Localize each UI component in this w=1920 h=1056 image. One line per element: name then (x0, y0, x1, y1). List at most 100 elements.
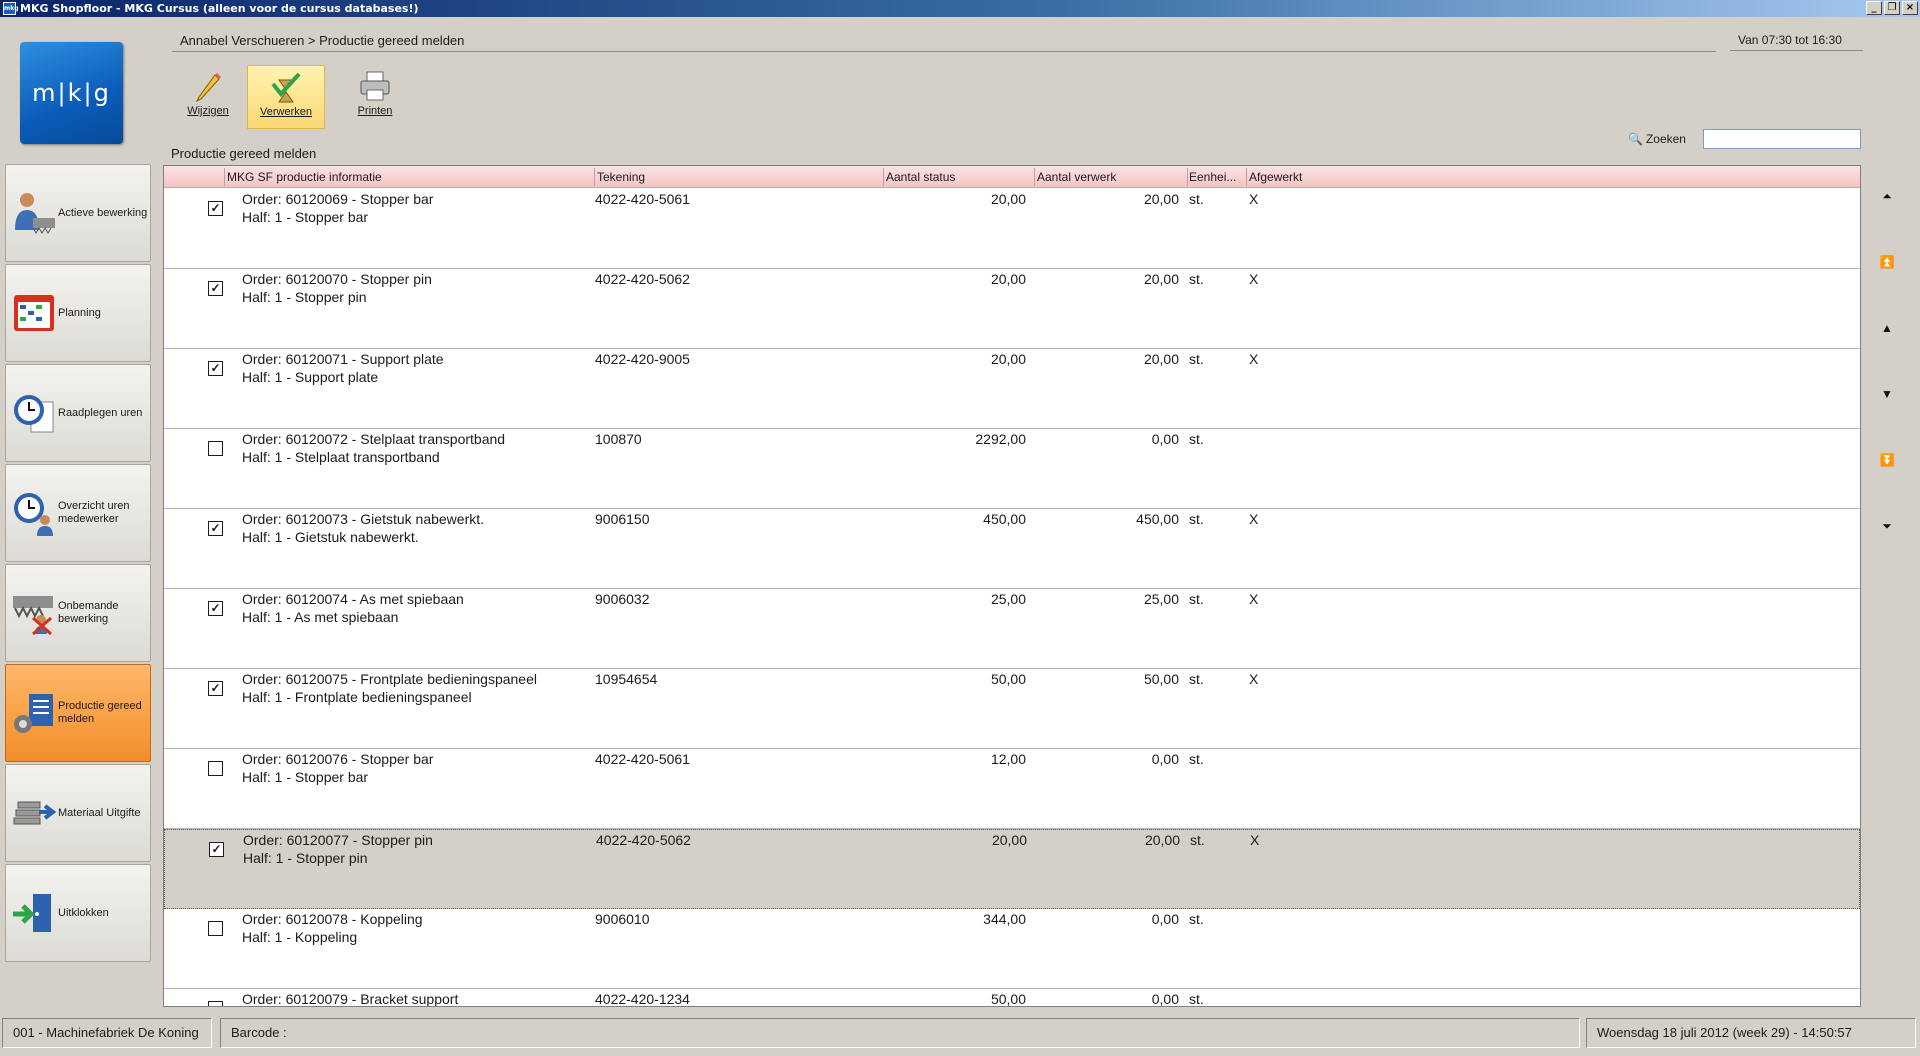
done-flag: X (1249, 351, 1259, 367)
col-header-unit[interactable]: Eenhei... (1189, 170, 1236, 184)
row-checkbox[interactable]: ✓ (208, 281, 223, 296)
col-header-info[interactable]: MKG SF productie informatie (227, 170, 382, 184)
search-input[interactable] (1703, 129, 1861, 149)
qty-status: 20,00 (990, 271, 1026, 287)
row-checkbox[interactable]: ✓ (209, 842, 224, 857)
done-flag: X (1249, 591, 1259, 607)
order-label: Order: 60120071 - Support plate (242, 351, 444, 367)
sidebar: Actieve bewerking Planning Raadplegen ur… (5, 164, 151, 964)
minimize-button[interactable]: _ (1866, 1, 1882, 15)
row-checkbox[interactable]: ✓ (208, 601, 223, 616)
table-row[interactable]: ✓ Order: 60120070 - Stopper pin Half: 1 - … (164, 269, 1860, 349)
table-row[interactable]: Order: 60120079 - Bracket support 4022-42… (164, 989, 1860, 1007)
statusbar: 001 - Machinefabriek De Koning Barcode :… (0, 1015, 1920, 1056)
qty-status: 50,00 (990, 671, 1026, 687)
unit: st. (1189, 271, 1204, 287)
table-row[interactable]: ✓ Order: 60120074 - As met spiebaan Half: … (164, 589, 1860, 669)
scroll-page-down-button[interactable]: ⏬ (1876, 449, 1898, 471)
table-row[interactable]: ✓ Order: 60120077 - Stopper pin Half: 1 - … (164, 829, 1860, 909)
qty-processed: 450,00 (1136, 511, 1179, 527)
table-row[interactable]: ✓ Order: 60120073 - Gietstuk nabewerkt. Ha… (164, 509, 1860, 589)
sidebar-item-planning[interactable]: Planning (5, 264, 151, 362)
half-label: Half: 1 - Stopper bar (242, 769, 369, 785)
qty-status: 20,00 (990, 351, 1026, 367)
row-checkbox[interactable] (208, 441, 223, 456)
list-title: Productie gereed melden (171, 146, 317, 161)
datetime-status: Woensdag 18 juli 2012 (week 29) - 14:50:… (1586, 1018, 1916, 1048)
search-label: 🔍 Zoeken (1628, 132, 1686, 146)
drawing-number: 4022-420-5061 (595, 751, 690, 767)
first-icon: ⏶ (1882, 189, 1892, 203)
table-row[interactable]: Order: 60120076 - Stopper bar Half: 1 - S… (164, 749, 1860, 829)
edit-button[interactable]: Wijzigen (169, 65, 247, 129)
print-button[interactable]: Printen (336, 65, 414, 129)
order-label: Order: 60120072 - Stelplaat transportban… (242, 431, 506, 447)
up-icon: ▲ (1881, 321, 1893, 335)
row-checkbox[interactable] (208, 1001, 223, 1006)
scroll-page-up-button[interactable]: ⏫ (1876, 251, 1898, 273)
row-checkbox[interactable]: ✓ (208, 681, 223, 696)
drawing-number: 4022-420-5061 (595, 191, 690, 207)
done-flag: X (1249, 671, 1259, 687)
done-flag: X (1249, 511, 1259, 527)
barcode-field[interactable]: Barcode : (220, 1018, 1580, 1048)
page-up-icon: ⏫ (1879, 255, 1895, 269)
down-icon: ▼ (1881, 387, 1893, 401)
col-header-done[interactable]: Afgewerkt (1249, 170, 1302, 184)
drawing-number: 10954654 (595, 671, 658, 687)
col-header-qty-processed[interactable]: Aantal verwerk (1037, 170, 1116, 184)
scroll-last-button[interactable]: ⏷ (1876, 515, 1898, 537)
grid-header: MKG SF productie informatie Tekening Aan… (164, 166, 1860, 188)
half-label: Half: 1 - Gietstuk nabewerkt. (242, 529, 419, 545)
scroll-down-button[interactable]: ▼ (1876, 383, 1898, 405)
planning-icon (10, 289, 58, 337)
last-icon: ⏷ (1882, 519, 1892, 533)
row-checkbox[interactable] (208, 761, 223, 776)
sidebar-item-onbemande-bewerking[interactable]: Onbemande bewerking (5, 564, 151, 662)
process-button[interactable]: Verwerken (247, 65, 325, 129)
page-down-icon: ⏬ (1879, 453, 1895, 467)
scroll-up-button[interactable]: ▲ (1876, 317, 1898, 339)
sidebar-item-actieve-bewerking[interactable]: Actieve bewerking (5, 164, 151, 262)
sidebar-item-productie-gereed-melden[interactable]: Productie gereed melden (5, 664, 151, 762)
production-grid: MKG SF productie informatie Tekening Aan… (163, 165, 1861, 1007)
order-label: Order: 60120074 - As met spiebaan (242, 591, 464, 607)
unit: st. (1189, 351, 1204, 367)
row-checkbox[interactable] (208, 921, 223, 936)
row-checkbox[interactable]: ✓ (208, 361, 223, 376)
sidebar-item-uitklokken[interactable]: Uitklokken (5, 864, 151, 962)
restore-button[interactable]: ❐ (1884, 1, 1900, 15)
order-label: Order: 60120069 - Stopper bar (242, 191, 434, 207)
breadcrumb: Annabel Verschueren > Productie gereed m… (180, 33, 465, 48)
table-row[interactable]: Order: 60120072 - Stelplaat transportban… (164, 429, 1860, 509)
row-checkbox[interactable]: ✓ (208, 201, 223, 216)
window-titlebar: mkg MKG Shopfloor - MKG Cursus (alleen v… (0, 0, 1920, 17)
close-button[interactable]: × (1902, 1, 1918, 15)
drawing-number: 9006032 (595, 591, 650, 607)
qty-status: 20,00 (990, 191, 1026, 207)
row-checkbox[interactable]: ✓ (208, 521, 223, 536)
unmanned-icon (10, 589, 58, 637)
col-header-drawing[interactable]: Tekening (597, 170, 645, 184)
qty-processed: 50,00 (1143, 671, 1179, 687)
unit: st. (1189, 431, 1204, 447)
qty-processed: 20,00 (1143, 191, 1179, 207)
table-row[interactable]: ✓ Order: 60120071 - Support plate Half: 1 … (164, 349, 1860, 429)
qty-processed: 20,00 (1143, 351, 1179, 367)
qty-processed: 20,00 (1144, 832, 1180, 848)
sidebar-item-materiaal-uitgifte[interactable]: Materiaal Uitgifte (5, 764, 151, 862)
unit: st. (1189, 911, 1204, 927)
order-label: Order: 60120073 - Gietstuk nabewerkt. (242, 511, 485, 527)
order-label: Order: 60120070 - Stopper pin (242, 271, 432, 287)
table-row[interactable]: ✓ Order: 60120075 - Frontplate bedienings… (164, 669, 1860, 749)
sidebar-item-overzicht-uren-medewerker[interactable]: Overzicht uren medewerker (5, 464, 151, 562)
half-label: Half: 1 - Stopper bar (242, 209, 369, 225)
qty-status: 344,00 (983, 911, 1026, 927)
col-header-qty-status[interactable]: Aantal status (886, 170, 955, 184)
table-row[interactable]: ✓ Order: 60120069 - Stopper bar Half: 1 - … (164, 189, 1860, 269)
scroll-first-button[interactable]: ⏶ (1876, 185, 1898, 207)
sidebar-item-raadplegen-uren[interactable]: Raadplegen uren (5, 364, 151, 462)
table-row[interactable]: Order: 60120078 - Koppeling Half: 1 - Kop… (164, 909, 1860, 989)
worker-icon (10, 189, 58, 237)
unit: st. (1189, 991, 1204, 1007)
